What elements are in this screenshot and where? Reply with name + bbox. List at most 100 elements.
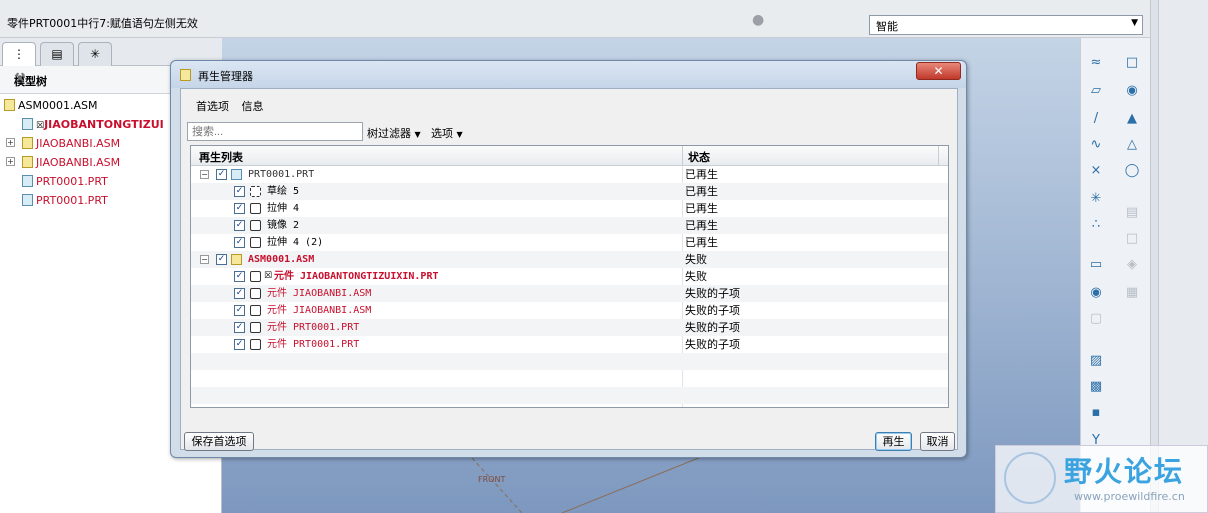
- chevron-down-icon: ▼: [456, 130, 463, 139]
- point-icon[interactable]: ×: [1085, 160, 1107, 182]
- column-header-status[interactable]: 状态: [688, 149, 710, 165]
- options-menu[interactable]: 选项 ▼: [431, 125, 463, 141]
- assembly-icon: [231, 254, 242, 265]
- expand-icon[interactable]: +: [6, 138, 15, 147]
- search-input[interactable]: [187, 122, 363, 141]
- extrude-icon[interactable]: ▲: [1121, 108, 1143, 130]
- assembly-icon: [22, 156, 33, 168]
- selection-filter-dropdown[interactable]: 智能 ▼: [869, 15, 1143, 35]
- sketch-icon[interactable]: □: [1121, 52, 1143, 74]
- list-row[interactable]: − ✓ PRT0001.PRT 已再生: [191, 166, 948, 183]
- cancel-button[interactable]: 取消: [920, 432, 955, 451]
- round-icon[interactable]: ▭: [1085, 254, 1107, 276]
- lightbulb-icon[interactable]: ●: [752, 12, 766, 32]
- sweep-icon[interactable]: △: [1121, 134, 1143, 156]
- row-checkbox[interactable]: ✓: [216, 254, 227, 265]
- part-icon: [22, 194, 33, 206]
- menu-preferences[interactable]: 首选项: [196, 100, 229, 113]
- empty-row: [191, 387, 948, 404]
- save-preferences-button[interactable]: 保存首选项: [184, 432, 254, 451]
- dialog-menubar: 首选项 信息: [196, 98, 273, 114]
- list-row[interactable]: ✓ ☒ 元件 JIAOBANTONGTIZUIXIN.PRT 失败: [191, 268, 948, 285]
- part-icon: [22, 118, 33, 130]
- regeneration-manager-dialog: 再生管理器 ✕ 首选项 信息 树过滤器 ▼ 选项 ▼ 再生列表 状态: [170, 60, 967, 458]
- datum-plane-icon[interactable]: ≈: [1085, 52, 1107, 74]
- row-checkbox[interactable]: ✓: [234, 339, 245, 350]
- row-checkbox[interactable]: ✓: [234, 271, 245, 282]
- watermark-url: www.proewildfire.cn: [1074, 490, 1185, 503]
- part-icon: [22, 175, 33, 187]
- menu-info[interactable]: 信息: [242, 100, 264, 113]
- extrude-feature-icon: [250, 203, 261, 214]
- row-checkbox[interactable]: ✓: [234, 237, 245, 248]
- component-icon: [250, 339, 261, 350]
- plane-icon[interactable]: ▱: [1085, 80, 1107, 102]
- row-checkbox[interactable]: ✓: [234, 186, 245, 197]
- pattern-icon: ▦: [1125, 285, 1139, 300]
- row-checkbox[interactable]: ✓: [234, 220, 245, 231]
- column-header-list[interactable]: 再生列表: [199, 149, 243, 165]
- list-row[interactable]: − ✓ ASM0001.ASM 失败: [191, 251, 948, 268]
- mirror-feature-icon: [250, 220, 261, 231]
- dialog-title: 再生管理器: [198, 70, 253, 83]
- list-row[interactable]: ✓ 元件 JIAOBANBI.ASM 失败的子项: [191, 285, 948, 302]
- list-row[interactable]: ✓ 元件 PRT0001.PRT 失败的子项: [191, 336, 948, 353]
- copy-icon: ▢: [1089, 311, 1103, 326]
- surface-icon[interactable]: ◯: [1121, 160, 1143, 182]
- chamfer-icon[interactable]: ◉: [1085, 282, 1107, 304]
- assemble-icon[interactable]: ▨: [1085, 350, 1107, 372]
- shell-icon: □: [1125, 231, 1139, 246]
- row-checkbox[interactable]: ✓: [234, 203, 245, 214]
- empty-row: [191, 353, 948, 370]
- failed-marker-icon: ☒: [264, 271, 273, 281]
- tab-model-tree[interactable]: ⋮: [2, 42, 36, 66]
- row-checkbox[interactable]: ✓: [234, 322, 245, 333]
- favorites-icon: ✳: [89, 47, 101, 61]
- tree-icon: ⋮: [13, 47, 25, 61]
- list-row[interactable]: ✓ 镜像 2 已再生: [191, 217, 948, 234]
- extrude-feature-icon: [250, 237, 261, 248]
- folder-icon: ▤: [51, 47, 63, 61]
- row-checkbox[interactable]: ✓: [234, 288, 245, 299]
- list-row[interactable]: ✓ 拉伸 4 (2) 已再生: [191, 234, 948, 251]
- close-button[interactable]: ✕: [916, 62, 961, 80]
- hole-icon: ▤: [1125, 205, 1139, 220]
- status-message: 零件PRT0001中行7:赋值语句左侧无效: [7, 17, 198, 30]
- list-row[interactable]: ✓ 草绘 5 已再生: [191, 183, 948, 200]
- curve-icon[interactable]: ∿: [1085, 134, 1107, 156]
- list-row[interactable]: ✓ 拉伸 4 已再生: [191, 200, 948, 217]
- package-icon[interactable]: ▪: [1085, 402, 1107, 424]
- sketch-feature-icon: [250, 186, 261, 197]
- settings-icon[interactable]: ⚒: [14, 71, 178, 86]
- csys-icon[interactable]: ✳: [1085, 188, 1107, 210]
- row-checkbox[interactable]: ✓: [234, 305, 245, 316]
- scrollbar[interactable]: [1151, 0, 1159, 513]
- message-bar: 零件PRT0001中行7:赋值语句左侧无效 ● 智能 ▼: [0, 0, 1150, 38]
- create-component-icon[interactable]: ▩: [1085, 376, 1107, 398]
- collapse-icon[interactable]: −: [200, 255, 209, 264]
- list-row[interactable]: ✓ 元件 PRT0001.PRT 失败的子项: [191, 319, 948, 336]
- assembly-icon: [22, 137, 33, 149]
- axis-icon[interactable]: /: [1085, 108, 1107, 130]
- tab-favorites[interactable]: ✳: [78, 42, 112, 66]
- row-checkbox[interactable]: ✓: [216, 169, 227, 180]
- expand-icon[interactable]: +: [6, 157, 15, 166]
- tab-folder-browser[interactable]: ▤: [40, 42, 74, 66]
- watermark: 野火论坛 www.proewildfire.cn: [995, 445, 1208, 513]
- right-border: [1150, 0, 1208, 513]
- list-header: 再生列表 状态: [191, 146, 948, 166]
- feature-toolbar: ≈ □ ▱ ◉ / ▲ ∿ △ × ◯ ✳ ∴ ▤ □ ▭ ◈ ◉ ▦ ▢ ▨ …: [1080, 38, 1150, 513]
- list-row[interactable]: ✓ 元件 JIAOBANBI.ASM 失败的子项: [191, 302, 948, 319]
- component-icon: [250, 322, 261, 333]
- watermark-text: 野火论坛: [1064, 455, 1185, 488]
- tree-filter-menu[interactable]: 树过滤器 ▼: [367, 125, 421, 141]
- butterfly-logo-icon: [1004, 452, 1056, 504]
- sketched-curve-icon[interactable]: ◉: [1121, 80, 1143, 102]
- analysis-icon[interactable]: ∴: [1085, 214, 1107, 236]
- app-icon: [180, 69, 191, 81]
- dialog-titlebar[interactable]: 再生管理器 ✕: [171, 61, 966, 88]
- regenerate-button[interactable]: 再生: [875, 432, 912, 451]
- selection-filter-value: 智能: [876, 20, 898, 33]
- collapse-icon[interactable]: −: [200, 170, 209, 179]
- front-datum-label: FRONT: [478, 475, 506, 484]
